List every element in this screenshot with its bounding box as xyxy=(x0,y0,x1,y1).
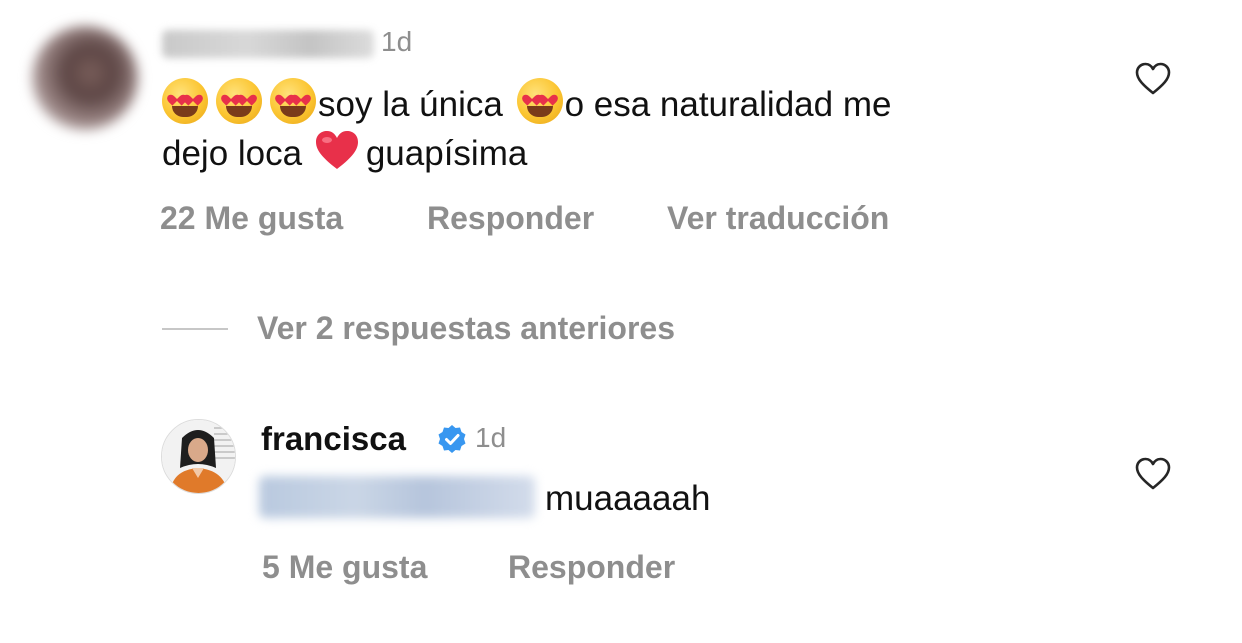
like-heart-icon[interactable] xyxy=(1135,62,1171,96)
see-translation-button[interactable]: Ver traducción xyxy=(667,200,889,237)
red-heart-emoji-icon xyxy=(315,131,358,169)
reply-text: muaaaaah xyxy=(545,479,711,518)
reply-button[interactable]: Responder xyxy=(427,200,594,237)
view-previous-replies-button[interactable]: Ver 2 respuestas anteriores xyxy=(257,310,675,347)
heart-eyes-emoji-icon xyxy=(162,78,208,124)
mention-blurred[interactable] xyxy=(259,476,535,518)
heart-eyes-emoji-icon xyxy=(216,78,262,124)
heart-eyes-emoji-icon xyxy=(516,78,563,124)
like-heart-icon[interactable] xyxy=(1135,457,1171,491)
verified-badge-icon xyxy=(438,425,466,453)
comment-text-part1: soy la única xyxy=(318,85,503,124)
heart-eyes-emoji-icon xyxy=(270,78,316,124)
profile-photo-icon xyxy=(162,420,235,493)
comment-text: soy la única o esa naturalidad me dejo l… xyxy=(162,78,1082,178)
reply-reply-button[interactable]: Responder xyxy=(508,549,675,586)
commenter-username-blurred[interactable] xyxy=(162,30,374,58)
comment-timestamp: 1d xyxy=(381,26,413,57)
comment-likes-count[interactable]: 22 Me gusta xyxy=(160,200,343,237)
reply-timestamp: 1d xyxy=(475,422,507,453)
reply-username[interactable]: francisca xyxy=(261,420,406,458)
reply-likes-count[interactable]: 5 Me gusta xyxy=(262,549,427,586)
comment-text-part3: dejo loca xyxy=(162,134,303,173)
comment-text-part4: guapísima xyxy=(365,134,528,173)
reply-avatar[interactable] xyxy=(161,419,236,494)
replies-divider xyxy=(162,328,228,330)
commenter-avatar[interactable] xyxy=(32,26,138,130)
comment-text-part2: o esa naturalidad me xyxy=(564,85,892,124)
